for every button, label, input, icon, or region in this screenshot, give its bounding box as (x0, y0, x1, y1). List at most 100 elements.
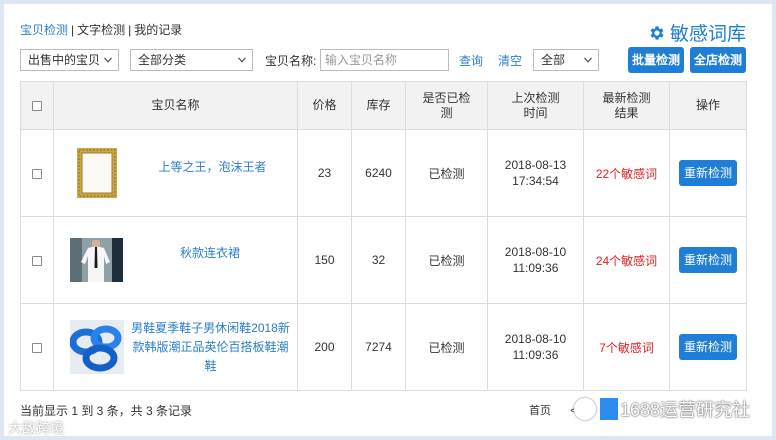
row-select-cell (20, 303, 54, 391)
name-label: 宝贝名称: (265, 54, 317, 68)
top-nav: 宝贝检测 | 文字检测 | 我的记录 (20, 21, 182, 38)
scope-select-value: 全部 (541, 53, 566, 67)
header-last-time: 上次检测时间 (487, 81, 584, 130)
row-checkbox[interactable] (32, 342, 42, 353)
table-row: 上等之王，泡沫王者 23 6240 已检测 2018-08-13 17:34:54… (20, 129, 747, 217)
header-name: 宝贝名称 (53, 81, 298, 130)
last-time: 17:34:54 (512, 174, 559, 188)
recheck-button[interactable]: 重新检测 (679, 247, 737, 273)
name-search-input[interactable]: 输入宝贝名称 (320, 49, 449, 71)
pagination: 首页 < (529, 402, 577, 418)
checked-cell: 已检测 (405, 129, 488, 217)
status-select[interactable]: 出售中的宝贝 (20, 49, 119, 71)
watermark-left: 大敌跨境 (8, 418, 64, 438)
stock-cell: 32 (351, 216, 406, 304)
last-date: 2018-08-13 (504, 158, 567, 172)
result-cell: 7个敏感词 (583, 303, 670, 391)
recheck-button[interactable]: 重新检测 (679, 334, 737, 360)
clear-link[interactable]: 清空 (498, 52, 522, 69)
chevron-down-icon (238, 57, 246, 63)
product-cell: 秋款连衣裙 (53, 216, 298, 304)
record-summary: 当前显示 1 到 3 条，共 3 条记录 (20, 404, 193, 418)
nav-separator: | (71, 23, 75, 37)
table-row: 男鞋夏季鞋子男休闲鞋2018新款韩版潮正品英伦百搭板鞋潮鞋 200 7274 已… (20, 303, 747, 391)
last-time-cell: 2018-08-13 17:34:54 (487, 129, 584, 217)
gear-icon (650, 25, 664, 40)
last-date: 2018-08-10 (504, 332, 567, 346)
category-select[interactable]: 全部分类 (130, 49, 253, 71)
items-table: 宝贝名称 价格 库存 是否已检测 上次检测时间 最新检测结果 操作 上等之王，泡… (20, 81, 747, 391)
price-cell: 23 (297, 129, 352, 217)
last-date: 2018-08-10 (504, 245, 567, 259)
stock-cell: 6240 (351, 129, 406, 217)
watermark-right-text: 1688运营研究社 (619, 400, 750, 420)
watermark-right: 1688运营研究社 (573, 396, 750, 422)
header-stock: 库存 (351, 81, 406, 130)
blue-rings-thumbnail[interactable] (69, 320, 124, 374)
result-cell: 22个敏感词 (583, 129, 670, 217)
chevron-down-icon (584, 57, 592, 63)
product-cell: 男鞋夏季鞋子男休闲鞋2018新款韩版潮正品英伦百搭板鞋潮鞋 (53, 303, 298, 391)
op-cell: 重新检测 (669, 303, 747, 391)
category-select-value: 全部分类 (138, 53, 187, 67)
scope-select[interactable]: 全部 (533, 49, 599, 71)
shop-check-button[interactable]: 全店检测 (690, 47, 746, 73)
op-cell: 重新检测 (669, 216, 747, 304)
batch-check-button[interactable]: 批量检测 (628, 47, 684, 73)
picture-frame-image (77, 148, 117, 198)
header-last-time-label: 上次检测时间 (511, 90, 560, 120)
header-checked: 是否已检测 (405, 81, 488, 130)
nav-separator: | (128, 23, 132, 37)
result-text: 7个敏感词 (599, 340, 654, 355)
header-result-label: 最新检测结果 (602, 90, 651, 120)
chevron-down-icon (104, 57, 112, 63)
header-price: 价格 (297, 81, 352, 130)
nav-item-text-check[interactable]: 文字检测 (77, 23, 125, 37)
product-cell: 上等之王，泡沫王者 (53, 129, 298, 217)
price-cell: 150 (297, 216, 352, 304)
wechat-logo-icon (573, 398, 596, 420)
last-time-cell: 2018-08-10 11:09:36 (487, 303, 584, 391)
product-name-link[interactable]: 秋款连衣裙 (123, 244, 297, 277)
stock-cell: 7274 (351, 303, 406, 391)
row-checkbox[interactable] (32, 168, 42, 179)
frame-thumbnail[interactable] (76, 147, 128, 199)
brand-title: 敏感词库 (669, 24, 746, 45)
query-link[interactable]: 查询 (459, 52, 483, 69)
table-row: 秋款连衣裙 150 32 已检测 2018-08-10 11:09:36 24个敏… (20, 216, 747, 304)
header-result: 最新检测结果 (583, 81, 670, 130)
row-checkbox[interactable] (32, 255, 42, 266)
last-time-cell: 2018-08-10 11:09:36 (487, 216, 584, 304)
shirt-thumbnail[interactable] (70, 238, 123, 282)
checked-cell: 已检测 (405, 303, 488, 391)
product-name-link[interactable]: 男鞋夏季鞋子男休闲鞋2018新款韩版潮正品英伦百搭板鞋潮鞋 (124, 319, 297, 376)
table-header-row: 宝贝名称 价格 库存 是否已检测 上次检测时间 最新检测结果 操作 (20, 81, 747, 130)
recheck-button[interactable]: 重新检测 (679, 160, 737, 186)
last-time: 11:09:36 (512, 261, 559, 275)
header-checked-label: 是否已检测 (422, 90, 471, 120)
nav-item-item-check[interactable]: 宝贝检测 (20, 23, 68, 37)
select-all-cell (20, 81, 54, 130)
first-page-link[interactable]: 首页 (529, 405, 551, 417)
shirt-image (70, 238, 123, 282)
price-cell: 200 (297, 303, 352, 391)
blue-rings-image (69, 320, 124, 374)
select-all-checkbox[interactable] (32, 100, 42, 111)
result-text: 22个敏感词 (595, 166, 658, 181)
row-select-cell (20, 216, 54, 304)
sensitive-words-link[interactable]: 敏感词库 (648, 19, 746, 46)
status-select-value: 出售中的宝贝 (28, 53, 101, 67)
filter-bar: 出售中的宝贝 全部分类 宝贝名称: 输入宝贝名称 查询 清空 全部 批量检测 全… (20, 47, 750, 73)
header-op: 操作 (669, 81, 747, 130)
nav-item-my-records[interactable]: 我的记录 (134, 23, 182, 37)
watermark-left-text: 大敌跨境 (8, 420, 64, 436)
product-name-link[interactable]: 上等之王，泡沫王者 (128, 158, 297, 189)
name-search-placeholder: 输入宝贝名称 (325, 53, 398, 67)
row-select-cell (20, 129, 54, 217)
result-text: 24个敏感词 (595, 253, 658, 268)
op-cell: 重新检测 (669, 129, 747, 217)
checked-cell: 已检测 (405, 216, 488, 304)
last-time: 11:09:36 (512, 348, 559, 362)
result-cell: 24个敏感词 (583, 216, 670, 304)
page-number-tile (599, 398, 618, 420)
